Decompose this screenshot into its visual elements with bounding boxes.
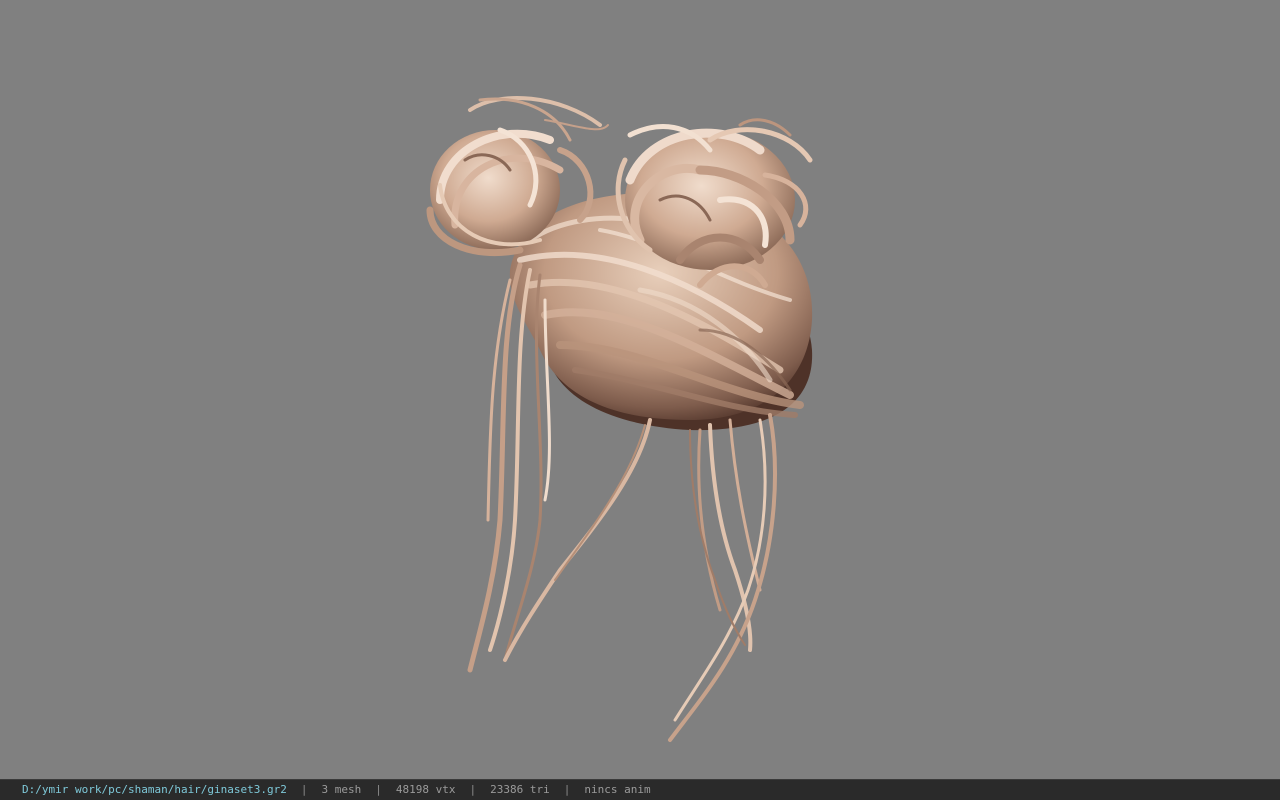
separator: | bbox=[563, 783, 571, 796]
3d-viewport[interactable] bbox=[0, 0, 1280, 779]
separator: | bbox=[469, 783, 477, 796]
file-path: D:/ymir work/pc/shaman/hair/ginaset3.gr2 bbox=[22, 783, 287, 796]
triangle-count: 23386 tri bbox=[490, 783, 550, 796]
separator: | bbox=[300, 783, 308, 796]
separator: | bbox=[375, 783, 382, 796]
animation-status: nincs anim bbox=[584, 783, 651, 796]
mesh-count: 3 mesh bbox=[321, 783, 362, 796]
status-bar: D:/ymir work/pc/shaman/hair/ginaset3.gr2… bbox=[0, 779, 1280, 800]
hair-model-render bbox=[426, 96, 813, 742]
vertex-count: 48198 vtx bbox=[395, 783, 456, 796]
